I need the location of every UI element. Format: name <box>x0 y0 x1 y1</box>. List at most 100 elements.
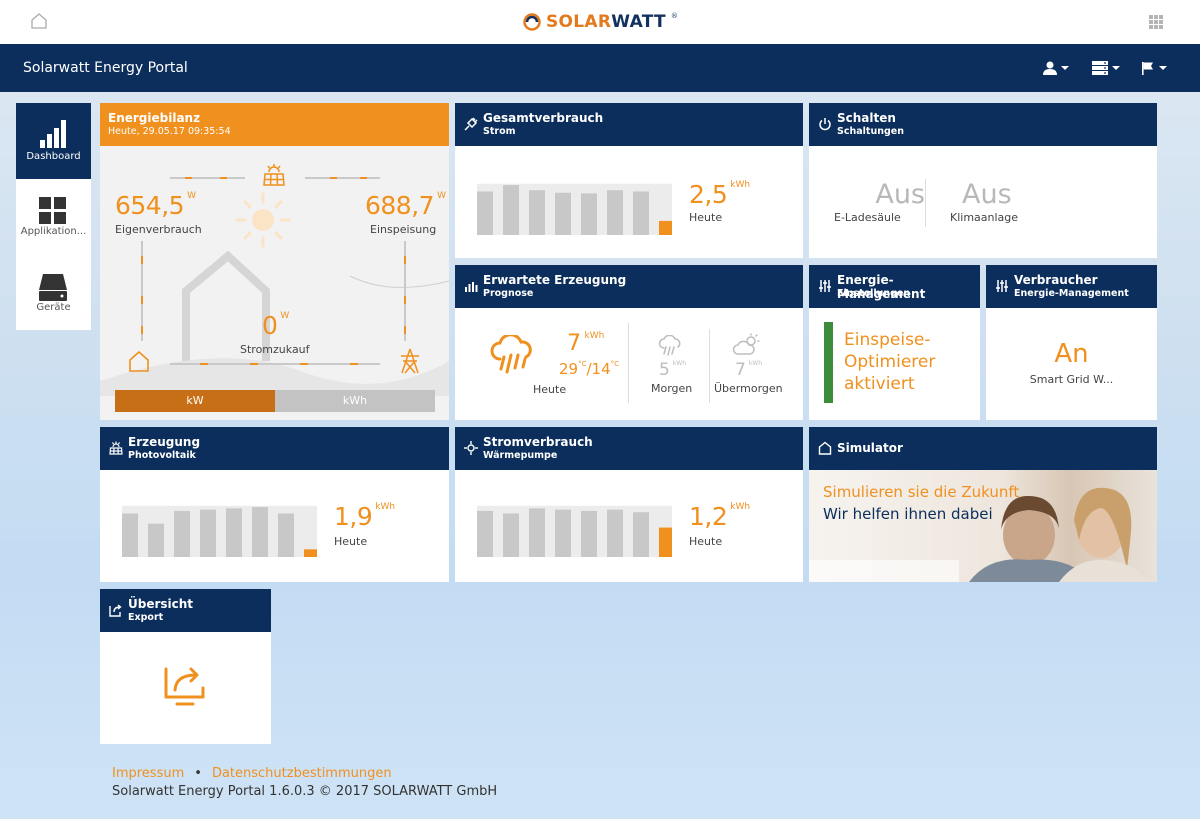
tile-subtitle: Schaltungen <box>837 126 904 137</box>
klimaanlage-state[interactable]: Aus <box>962 179 1012 210</box>
simulator-line-1: Simulieren sie die Zukunft <box>823 483 1020 501</box>
tile-gesamtverbrauch[interactable]: Gesamtverbrauch Strom 2,5 kWh Heute <box>455 103 803 258</box>
server-icon <box>1092 61 1108 75</box>
toggle-kwh-button[interactable]: kWh <box>275 390 435 412</box>
logo-text: SOLARWATT <box>546 12 666 32</box>
tile-subtitle: Export <box>128 612 164 623</box>
tile-header: Übersicht Export <box>100 589 271 632</box>
einspeisung-label: Einspeisung <box>370 223 437 236</box>
rain-cloud-small-icon <box>658 335 681 356</box>
heatpump-bar-chart <box>477 505 672 557</box>
tile-uebersicht[interactable]: Übersicht Export <box>100 589 271 744</box>
rain-cloud-icon <box>490 335 532 374</box>
divider <box>709 329 710 403</box>
datenschutz-link[interactable]: Datenschutzbestimmungen <box>212 766 392 781</box>
tile-header: Gesamtverbrauch Strom <box>455 103 803 146</box>
device-icon <box>39 274 67 301</box>
bar <box>148 523 164 557</box>
logo-mark-icon <box>523 13 541 31</box>
home-icon[interactable] <box>30 12 48 30</box>
solar-panel-icon <box>263 164 285 186</box>
footer-separator: • <box>194 766 202 781</box>
server-menu[interactable] <box>1092 58 1120 78</box>
user-menu[interactable] <box>1043 58 1069 78</box>
power-tower-icon <box>401 348 419 374</box>
erzeugung-value: 1,9 kWh <box>334 502 396 531</box>
bar <box>503 185 519 235</box>
tile-erwartete-erzeugung[interactable]: Erwartete Erzeugung Prognose 7 kWh 29°C/1… <box>455 265 803 420</box>
top-bar: SOLARWATT ® <box>0 0 1200 44</box>
tile-erzeugung-photovoltaik[interactable]: Erzeugung Photovoltaik 1,9 kWh Heute <box>100 427 449 582</box>
verbraucher-state[interactable]: An <box>986 339 1157 369</box>
bar-today <box>304 549 317 557</box>
tile-title: Übersicht <box>128 597 194 611</box>
bar <box>122 513 138 557</box>
tile-stromverbrauch-waermepumpe[interactable]: Stromverbrauch Wärmepumpe 1,2 kWh Heute <box>455 427 803 582</box>
eigenverbrauch-value: 654,5 W <box>115 191 196 220</box>
house-icon <box>818 441 832 455</box>
tile-title: Stromverbrauch <box>483 435 593 449</box>
gesamtverbrauch-label: Heute <box>689 211 723 224</box>
e-ladesaeule-label: E-Ladesäule <box>834 211 901 224</box>
chevron-down-icon <box>1061 66 1069 70</box>
solarwatt-logo[interactable]: SOLARWATT ® <box>523 9 678 35</box>
copyright-text: Solarwatt Energy Portal 1.6.0.3 © 2017 S… <box>112 784 498 799</box>
bar <box>581 193 597 235</box>
tile-schalten[interactable]: Schalten Schaltungen Aus E-Ladesäule Aus… <box>809 103 1157 258</box>
house-icon <box>129 350 149 372</box>
export-large-icon <box>164 667 205 706</box>
tile-simulator[interactable]: Simulator Simulieren sie die Zukunft Wir… <box>809 427 1157 582</box>
bar <box>174 510 190 557</box>
tile-title: Energiebilanz <box>108 111 201 125</box>
sidebar-item-dashboard[interactable]: Dashboard <box>16 103 91 179</box>
tile-energie-management[interactable]: Energie-Management Einstellungen Einspei… <box>809 265 980 420</box>
tile-header: Stromverbrauch Wärmepumpe <box>455 427 803 470</box>
bar-today <box>659 527 672 557</box>
chart-icon <box>465 282 478 292</box>
divider <box>925 179 926 227</box>
status-indicator <box>824 322 833 403</box>
impressum-link[interactable]: Impressum <box>112 766 184 781</box>
tile-header: Erzeugung Photovoltaik <box>100 427 449 470</box>
e-ladesaeule-state[interactable]: Aus <box>809 179 925 210</box>
tile-subtitle: Einstellungen <box>837 288 911 299</box>
tomorrow-forecast-value: 5 kWh <box>659 360 687 380</box>
tile-energiebilanz[interactable]: Energiebilanz Heute, 29.05.17 09:35:54 6… <box>100 103 449 420</box>
language-menu[interactable] <box>1141 58 1167 78</box>
tile-subtitle: Photovoltaik <box>128 450 196 461</box>
toggle-kw-button[interactable]: kW <box>115 390 275 412</box>
bar <box>477 510 493 557</box>
bar <box>278 513 294 557</box>
bar <box>477 191 493 235</box>
chevron-down-icon <box>1159 66 1167 70</box>
grid-icon <box>39 197 66 224</box>
tile-title: Schalten <box>837 111 896 125</box>
chevron-down-icon <box>1112 66 1120 70</box>
bar <box>200 509 216 557</box>
sidebar-item-geraete[interactable]: Geräte <box>16 255 91 331</box>
sidebar-item-label: Geräte <box>36 302 71 313</box>
tile-title: Gesamtverbrauch <box>483 111 604 125</box>
apps-grid-icon[interactable] <box>1149 15 1163 29</box>
heat-pump-icon <box>464 441 478 455</box>
simulator-line-2: Wir helfen ihnen dabei <box>823 505 993 523</box>
tile-title: Erwartete Erzeugung <box>483 273 627 287</box>
bar <box>633 512 649 557</box>
bar <box>607 190 623 235</box>
logo-registered: ® <box>670 12 678 20</box>
user-icon <box>1043 61 1057 75</box>
stromzukauf-label: Stromzukauf <box>240 343 310 356</box>
signal-bars-icon <box>40 120 66 148</box>
tile-subtitle: Strom <box>483 126 516 137</box>
tile-title: Simulator <box>837 441 903 455</box>
navbar-title: Solarwatt Energy Portal <box>23 60 188 76</box>
stromzukauf-value: 0W <box>262 311 290 340</box>
solar-panel-icon <box>109 441 123 455</box>
production-bar-chart <box>122 505 317 557</box>
tile-verbraucher[interactable]: Verbraucher Energie-Management An Smart … <box>986 265 1157 420</box>
tile-title: Erzeugung <box>128 435 201 449</box>
sidebar-item-applikationen[interactable]: Applikation... <box>16 179 91 255</box>
bar <box>529 508 545 557</box>
sidebar-item-label: Dashboard <box>26 151 81 162</box>
sun-cloud-icon <box>732 333 760 355</box>
